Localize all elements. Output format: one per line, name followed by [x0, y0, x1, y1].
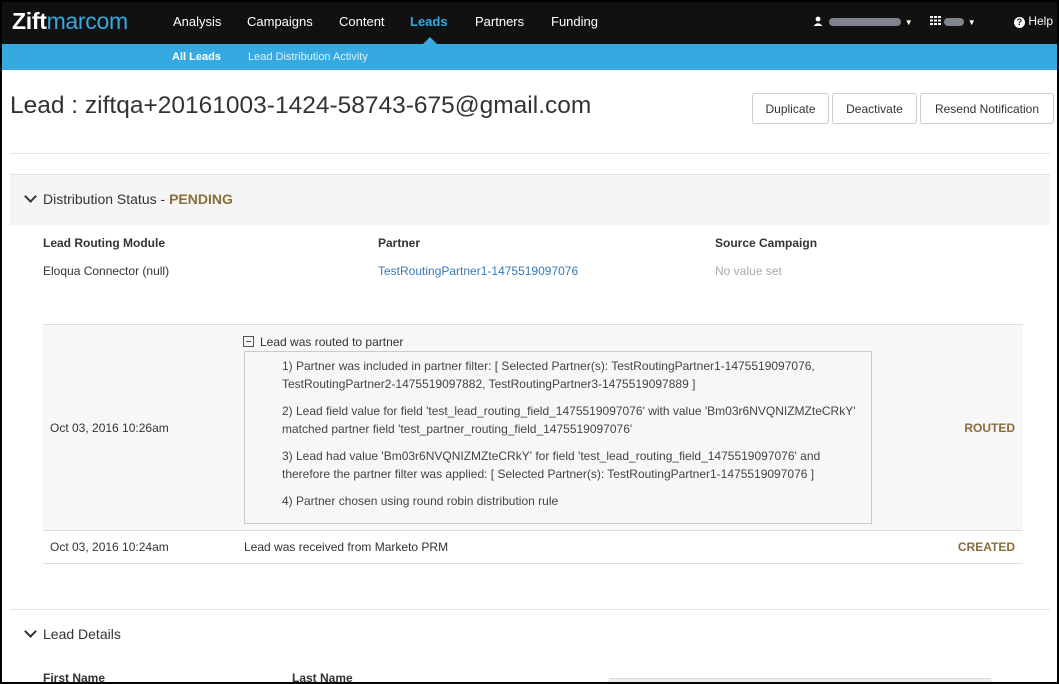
routing-step: 3) Lead had value 'Bm03r6NVQNIZMZteCRkY'…: [282, 449, 821, 481]
table-row: Oct 03, 2016 10:24am Lead was received f…: [43, 530, 1023, 564]
subnav-lead-distribution-activity[interactable]: Lead Distribution Activity: [248, 51, 368, 63]
nav-leads[interactable]: Leads: [410, 14, 448, 29]
routing-step: 4) Partner chosen using round robin dist…: [282, 494, 559, 508]
chevron-down-icon: [24, 190, 37, 203]
app-window: Ziftmarcom Analysis Campaigns Content Le…: [0, 0, 1059, 684]
resend-notification-button[interactable]: Resend Notification: [920, 93, 1054, 124]
nav-content[interactable]: Content: [339, 14, 385, 29]
chevron-down-icon: ▼: [904, 18, 913, 27]
active-nav-indicator: [423, 37, 437, 44]
routing-step: 2) Lead field value for field 'test_lead…: [282, 404, 856, 436]
col-lead-routing-module: Lead Routing Module: [43, 236, 165, 250]
page-title: Lead : ziftqa+20161003-1424-58743-675@gm…: [10, 92, 592, 119]
status-badge: CREATED: [957, 540, 1015, 554]
lead-routing-module-value: Eloqua Connector (null): [43, 264, 170, 278]
top-nav: Ziftmarcom Analysis Campaigns Content Le…: [2, 2, 1057, 44]
chevron-down-icon: ▼: [967, 18, 976, 27]
partner-link[interactable]: TestRoutingPartner1-1475519097076: [378, 264, 578, 278]
help-icon: ?: [1014, 17, 1025, 28]
routed-event-toggle[interactable]: Lead was routed to partner: [243, 335, 403, 349]
event-date: Oct 03, 2016 10:26am: [50, 421, 169, 435]
divider: [10, 153, 1050, 154]
grid-icon: [930, 16, 941, 25]
user-menu[interactable]: ▼: [813, 14, 913, 28]
nav-partners[interactable]: Partners: [475, 14, 524, 29]
redacted-org: [944, 17, 965, 26]
routing-step: 1) Partner was included in partner filte…: [282, 359, 815, 391]
sub-nav: All Leads Lead Distribution Activity: [2, 44, 1057, 70]
subnav-all-leads[interactable]: All Leads: [172, 51, 221, 63]
source-campaign-value: No value set: [715, 264, 782, 278]
col-source-campaign: Source Campaign: [715, 236, 818, 250]
org-menu[interactable]: ▼: [930, 14, 976, 28]
event-description: Lead was received from Marketo PRM: [244, 540, 449, 554]
details-panel: [609, 678, 991, 682]
deactivate-button[interactable]: Deactivate: [832, 93, 917, 124]
field-first-name-label: First Name: [43, 671, 106, 684]
status-badge: PENDING: [169, 191, 233, 207]
redacted-username: [829, 17, 902, 26]
chevron-down-icon: [24, 625, 37, 638]
status-badge: ROUTED: [964, 421, 1015, 435]
distribution-status-header[interactable]: Distribution Status - PENDING: [10, 174, 1050, 225]
nav-campaigns[interactable]: Campaigns: [247, 14, 313, 29]
divider: [10, 609, 1050, 610]
event-date: Oct 03, 2016 10:24am: [50, 540, 169, 554]
collapse-icon: [243, 336, 254, 347]
distribution-history-table: Oct 03, 2016 10:26am Lead was routed to …: [43, 324, 1023, 564]
table-row: Oct 03, 2016 10:26am Lead was routed to …: [43, 324, 1023, 531]
lead-details-header[interactable]: Lead Details: [24, 625, 121, 642]
col-partner: Partner: [378, 236, 421, 250]
field-last-name-label: Last Name: [292, 671, 353, 684]
routing-details-box: 1) Partner was included in partner filte…: [244, 351, 872, 524]
nav-funding[interactable]: Funding: [551, 14, 598, 29]
nav-analysis[interactable]: Analysis: [173, 14, 221, 29]
user-icon: [813, 16, 823, 26]
duplicate-button[interactable]: Duplicate: [752, 93, 829, 124]
help-link[interactable]: ? Help: [1014, 14, 1053, 28]
logo[interactable]: Ziftmarcom: [12, 8, 128, 35]
